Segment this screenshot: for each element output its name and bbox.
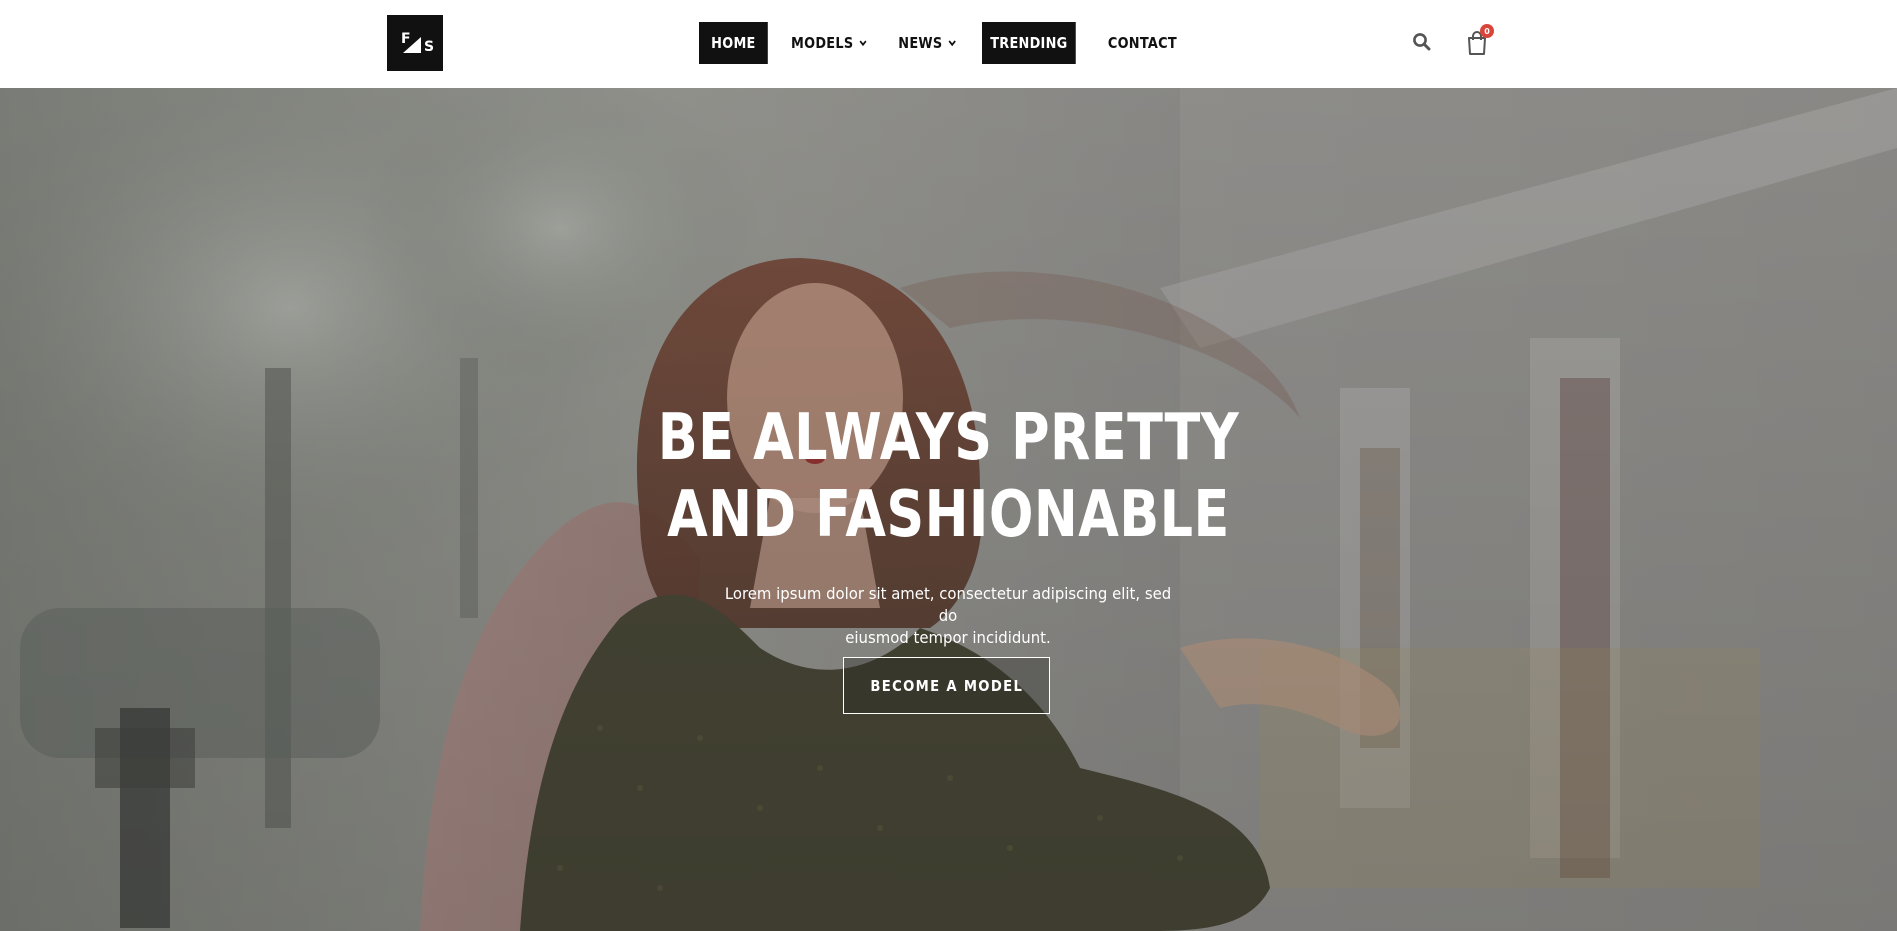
nav-label-news: NEWS bbox=[898, 34, 943, 52]
cart-count-badge: 0 bbox=[1480, 24, 1494, 38]
hero-description-line-1: Lorem ipsum dolor sit amet, consectetur … bbox=[724, 584, 1172, 625]
nav-item-home[interactable]: HOME bbox=[699, 22, 768, 64]
search-button[interactable] bbox=[1412, 32, 1432, 52]
chevron-down-icon bbox=[948, 40, 956, 47]
hero-description: Lorem ipsum dolor sit amet, consectetur … bbox=[716, 583, 1181, 649]
logo-letter-f: F bbox=[401, 31, 411, 47]
logo-mark-icon bbox=[403, 37, 421, 53]
search-icon bbox=[1413, 33, 1431, 51]
hero-title-line-1: BE ALWAYS PRETTY bbox=[657, 401, 1240, 475]
nav-label-home: HOME bbox=[711, 34, 756, 52]
nav-label-contact: CONTACT bbox=[1107, 34, 1177, 52]
nav-item-trending[interactable]: TRENDING bbox=[982, 22, 1076, 64]
site-header: F S HOME MODELS NEWS TRENDING CONTACT 0 bbox=[0, 0, 1897, 88]
hero-section: BE ALWAYS PRETTY AND FASHIONABLE Lorem i… bbox=[0, 88, 1897, 931]
logo-letter-s: S bbox=[424, 39, 435, 55]
nav-label-models: MODELS bbox=[791, 34, 854, 52]
nav-label-trending: TRENDING bbox=[990, 34, 1068, 52]
logo[interactable]: F S bbox=[387, 15, 443, 71]
become-a-model-label: BECOME A MODEL bbox=[870, 676, 1023, 695]
hero-description-line-2: eiusmod tempor incididunt. bbox=[845, 628, 1051, 647]
become-a-model-button[interactable]: BECOME A MODEL bbox=[843, 657, 1050, 714]
hero-title-line-2: AND FASHIONABLE bbox=[667, 478, 1230, 552]
nav-item-contact[interactable]: CONTACT bbox=[1108, 22, 1177, 64]
chevron-down-icon bbox=[859, 40, 867, 47]
nav-item-models[interactable]: MODELS bbox=[791, 22, 867, 64]
nav-item-news[interactable]: NEWS bbox=[898, 22, 956, 64]
